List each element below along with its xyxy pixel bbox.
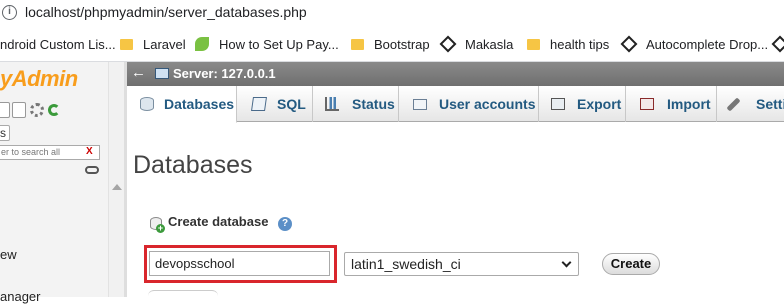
gear-icon[interactable] bbox=[30, 103, 44, 117]
folder-icon bbox=[527, 39, 540, 50]
database-filter-input[interactable]: er to search all bbox=[0, 145, 100, 160]
url-text[interactable]: localhost/phpmyadmin/server_databases.ph… bbox=[25, 4, 307, 20]
add-icon: + bbox=[156, 223, 165, 233]
tab-label: Import bbox=[667, 96, 711, 112]
bookmark-overflow[interactable] bbox=[771, 35, 784, 55]
tab-label: Export bbox=[577, 96, 622, 112]
scroll-up-icon[interactable] bbox=[112, 184, 122, 190]
tab-status[interactable]: Status bbox=[313, 86, 399, 122]
next-section-edge bbox=[148, 290, 218, 297]
navigation-panel: yAdmin s er to search all X ew anager bbox=[0, 62, 124, 304]
page-title: Databases bbox=[133, 151, 253, 179]
import-icon bbox=[640, 98, 654, 110]
clear-filter-icon[interactable]: X bbox=[86, 146, 93, 157]
tab-databases[interactable]: Databases bbox=[127, 86, 237, 123]
bookmark-makasla[interactable]: Makasla bbox=[439, 35, 514, 55]
server-label[interactable]: Server: 127.0.0.1 bbox=[173, 66, 276, 81]
bookmark-android[interactable]: ndroid Custom Lis... bbox=[0, 37, 116, 55]
chevron-down-icon bbox=[561, 257, 572, 268]
status-icon bbox=[325, 97, 339, 111]
home-icon[interactable] bbox=[0, 102, 10, 118]
logout-icon[interactable] bbox=[12, 102, 26, 118]
bookmark-label: Laravel bbox=[143, 37, 186, 52]
address-bar[interactable]: i localhost/phpmyadmin/server_databases.… bbox=[0, 0, 784, 28]
create-button[interactable]: Create bbox=[602, 253, 660, 275]
phpmyadmin-logo[interactable]: yAdmin bbox=[0, 66, 78, 92]
export-icon bbox=[551, 98, 565, 110]
codepen-icon bbox=[620, 35, 638, 53]
reload-icon[interactable] bbox=[48, 104, 60, 116]
bookmark-laravel[interactable]: Laravel bbox=[120, 37, 186, 55]
bookmark-payment[interactable]: How to Set Up Pay... bbox=[195, 37, 339, 55]
nav-icon-row bbox=[0, 102, 70, 120]
database-name-input[interactable] bbox=[149, 251, 330, 276]
users-icon bbox=[413, 99, 427, 110]
tab-sql[interactable]: SQL bbox=[237, 86, 313, 122]
server-icon bbox=[155, 68, 169, 79]
top-tabs: Databases SQL Status User accounts Expor… bbox=[127, 86, 784, 123]
tab-user-accounts[interactable]: User accounts bbox=[399, 86, 539, 122]
back-arrow-icon[interactable]: ← bbox=[131, 64, 146, 81]
bookmark-bootstrap[interactable]: Bootstrap bbox=[351, 37, 430, 55]
bookmark-label: ndroid Custom Lis... bbox=[0, 37, 116, 52]
tab-export[interactable]: Export bbox=[539, 86, 626, 122]
sql-icon bbox=[251, 97, 267, 111]
folder-icon bbox=[351, 39, 364, 50]
database-icon bbox=[140, 97, 154, 111]
settings-icon bbox=[726, 97, 741, 112]
folder-icon bbox=[120, 39, 133, 50]
bookmark-label: Autocomplete Drop... bbox=[646, 37, 769, 52]
codepen-icon bbox=[771, 35, 784, 53]
tab-settings[interactable]: Setti bbox=[717, 86, 784, 122]
bookmark-health-tips[interactable]: health tips bbox=[527, 37, 609, 55]
link-icon[interactable] bbox=[85, 166, 99, 174]
tab-label: SQL bbox=[277, 96, 306, 112]
nav-scrollbar[interactable] bbox=[108, 62, 124, 297]
tab-label: User accounts bbox=[439, 96, 536, 112]
tab-label: Setti bbox=[756, 96, 784, 112]
bookmark-label: health tips bbox=[550, 37, 610, 52]
help-icon[interactable]: ? bbox=[278, 217, 292, 231]
bookmark-label: Makasla bbox=[465, 37, 514, 52]
bookmark-label: Bootstrap bbox=[374, 37, 430, 52]
bookmark-label: How to Set Up Pay... bbox=[219, 37, 339, 52]
leaf-icon bbox=[195, 37, 209, 51]
bookmarks-bar: ndroid Custom Lis... Laravel How to Set … bbox=[0, 28, 784, 62]
nav-item-new[interactable]: ew bbox=[0, 247, 17, 262]
bookmark-autocomplete[interactable]: Autocomplete Drop... bbox=[620, 35, 769, 55]
collation-value: latin1_swedish_ci bbox=[351, 256, 461, 272]
tab-label: Databases bbox=[164, 96, 235, 112]
tab-label: Status bbox=[352, 96, 395, 112]
tab-import[interactable]: Import bbox=[626, 86, 717, 122]
collapse-button[interactable]: s bbox=[0, 125, 10, 141]
site-info-icon[interactable]: i bbox=[2, 5, 17, 20]
create-database-label: Create database bbox=[168, 214, 269, 229]
server-breadcrumb-bar: ← Server: 127.0.0.1 bbox=[127, 62, 784, 86]
collation-select[interactable]: latin1_swedish_ci bbox=[344, 252, 579, 276]
codepen-icon bbox=[439, 35, 457, 53]
